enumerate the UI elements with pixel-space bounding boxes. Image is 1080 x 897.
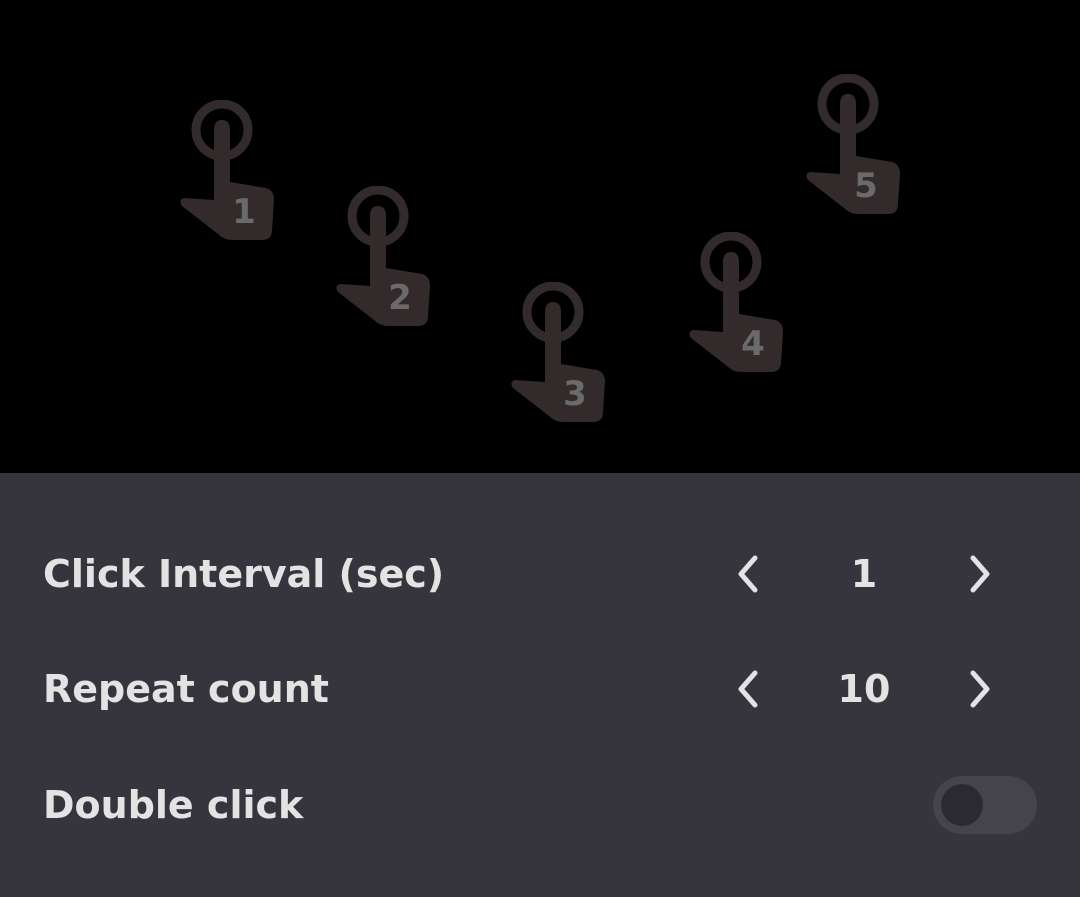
click-interval-label: Click Interval (sec) [43,552,445,596]
double-click-toggle[interactable] [933,776,1037,834]
tap-point-number: 3 [563,374,587,414]
click-interval-row: Click Interval (sec) 1 [0,534,1080,614]
tap-point-3[interactable]: 3 [505,282,615,432]
toggle-knob [941,784,983,826]
chevron-left-icon [738,555,758,593]
chevron-left-icon [738,670,758,708]
click-interval-value: 1 [850,552,878,596]
chevron-right-icon [970,555,990,593]
double-click-label: Double click [43,783,304,827]
double-click-row: Double click [0,765,1080,845]
click-interval-decrement-button[interactable] [718,544,778,604]
tap-point-1[interactable]: 1 [174,100,284,250]
settings-panel: Click Interval (sec) 1 Repeat count 10 D… [0,473,1080,897]
tap-point-number: 1 [232,192,256,232]
tap-point-number: 4 [741,324,765,364]
chevron-right-icon [970,670,990,708]
tap-point-number: 5 [854,166,878,206]
tap-point-4[interactable]: 4 [683,232,793,382]
tap-canvas[interactable]: 1 2 3 4 5 [0,0,1080,473]
tap-point-5[interactable]: 5 [800,74,910,224]
tap-point-number: 2 [388,278,412,318]
click-interval-increment-button[interactable] [950,544,1010,604]
tap-point-2[interactable]: 2 [330,186,440,336]
repeat-count-decrement-button[interactable] [718,659,778,719]
repeat-count-label: Repeat count [43,667,329,711]
repeat-count-increment-button[interactable] [950,659,1010,719]
repeat-count-value: 10 [837,667,891,711]
repeat-count-row: Repeat count 10 [0,649,1080,729]
